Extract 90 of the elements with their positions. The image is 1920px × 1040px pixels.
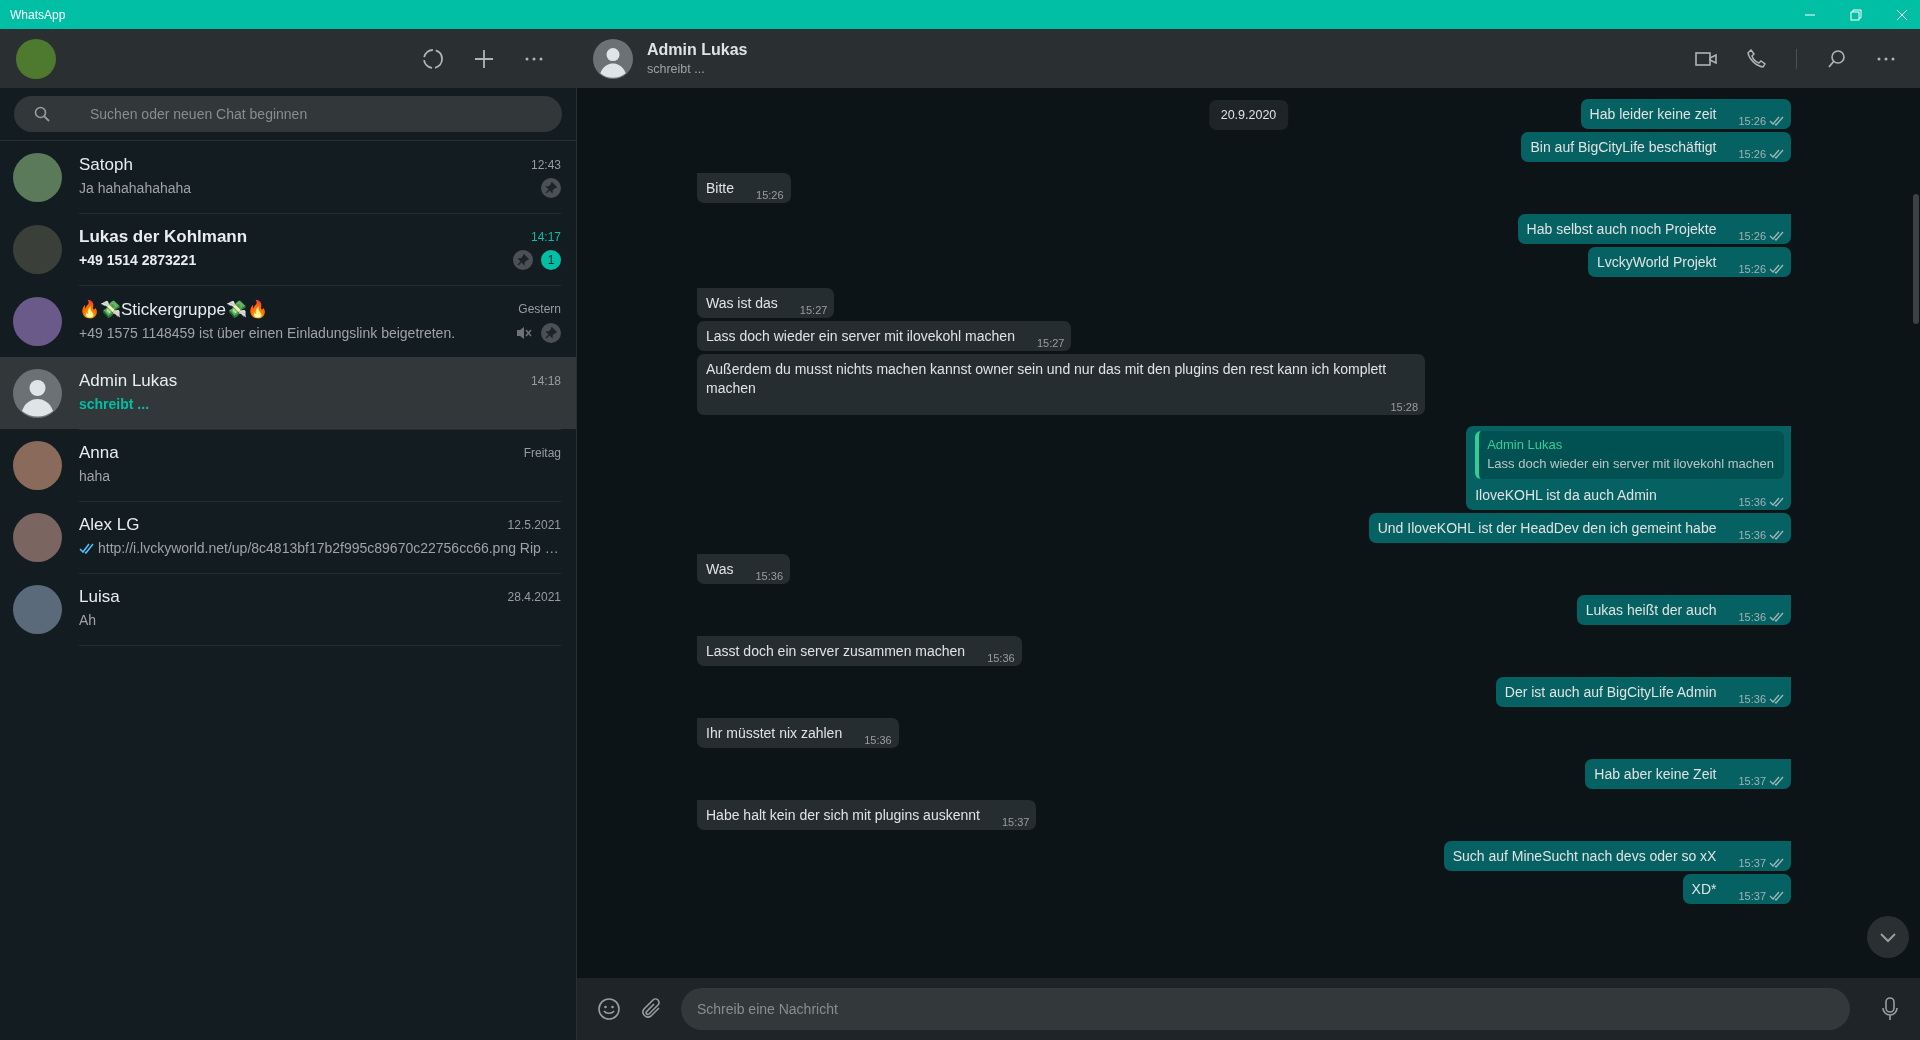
message-time: 15:26 [756,189,784,201]
message-text: Such auf MineSucht nach devs oder so xX [1452,847,1717,866]
message-text: LvckyWorld Projekt [1596,253,1717,272]
message-text: Lasst doch ein server zusammen machen [706,642,966,661]
message-text: Bitte [706,179,734,198]
chat-name: Lukas der Kohlmann [79,227,248,247]
chat-preview: schreibt ... [79,396,151,412]
message-time: 15:36 [864,734,892,746]
message-text: Lukas heißt der auch [1585,601,1717,620]
chat-time: Freitag [523,446,561,460]
message-text: Und IloveKOHL ist der HeadDev den ich gemeint habe [1377,519,1717,538]
search-field[interactable]: Suchen oder neuen Chat beginnen [14,96,562,132]
profile-avatar[interactable] [16,38,56,79]
phone-icon[interactable] [1747,49,1766,68]
message-time: 15:36 [1738,529,1766,541]
paperclip-icon[interactable] [639,997,663,1021]
quote-text: Lass doch wieder ein server mit ilovekohl machen [1487,456,1774,471]
message-text: Der ist auch auf BigCityLife Admin [1504,683,1717,702]
message-time: 15:36 [1738,693,1766,705]
chat-name: Satoph [79,155,133,175]
chat-preview: +49 1575 1148459 ist über einen Einladungslink beigetreten. [79,324,457,341]
avatar-icon[interactable] [593,38,633,79]
chat-time: 12:43 [530,158,561,172]
plus-icon[interactable] [474,48,494,69]
message-time: 15:36 [1738,496,1766,508]
chat-list-item[interactable]: Admin Lukas 14:18 schreibt ... [0,357,576,429]
message-time: 15:36 [755,570,783,582]
chat-time: Gestern [518,302,561,316]
chat-list-item[interactable]: Satoph 12:43 Ja hahahahahaha [0,141,576,213]
chat-preview: +49 1514 2873221 [79,252,198,268]
message-text: Was ist das [706,294,778,313]
date-chip: 20.9.2020 [1208,100,1289,130]
chat-time: 14:18 [530,374,561,388]
message-text: Außerdem du musst nichts machen kannst owner sein und nur das mit den plugins den rest kann ich komplett machen [706,360,1388,398]
chat-name: Alex LG [79,515,140,535]
message-text: Bin auf BigCityLife beschäftigt [1530,138,1717,157]
message-time: 15:26 [1738,263,1766,275]
chat-name: Luisa [79,587,120,607]
quote-author: Admin Lukas [1487,437,1564,452]
chat-preview: http://i.lvckyworld.net/up/8c4813bf17b2f995c89670c22756cc66.png Rip … [98,540,555,556]
message-text: Ihr müsstet nix zahlen [706,724,843,743]
quoted-message[interactable]: Admin Lukas Lass doch wieder ein server mit ilovekohl machen [1475,431,1784,479]
scroll-down-button[interactable] [1867,916,1909,958]
chat-preview: Ja hahahahahaha [79,180,193,196]
message-time: 15:26 [1738,115,1766,127]
window-title: WhatsApp [10,7,66,22]
message-text: XD* [1691,880,1717,899]
search-icon [34,106,50,122]
message-text: Lass doch wieder ein server mit ilovekohl machen [706,327,1015,346]
chat-time: 28.4.2021 [507,590,561,604]
video-camera-icon[interactable] [1695,51,1717,66]
message-text: Habe halt kein der sich mit plugins auskennt [706,806,980,825]
message-time: 15:27 [799,304,828,316]
message-text: IloveKOHL ist da auch Admin [1475,486,1657,505]
message-text: Hab selbst auch noch Projekte [1526,220,1717,239]
scrollbar-thumb[interactable] [1913,194,1919,324]
message-text: Was [706,560,734,579]
emoji-icon[interactable] [597,997,621,1021]
chat-list-item[interactable]: Anna Freitag haha [0,429,576,501]
chat-list-item[interactable]: Alex LG 12.5.2021 http://i.lvckyworld.net/up/8c4813bf17b2f995c89670c22756cc66.png Rip … [0,501,576,573]
more-icon[interactable] [1876,55,1896,62]
chat-preview: haha [79,468,112,484]
message-input-field[interactable]: Schreib eine Nachricht [681,988,1850,1030]
contact-name[interactable]: Admin Lukas [647,41,1681,59]
message-time: 15:37 [1738,775,1766,787]
message-text: Hab leider keine zeit [1589,105,1717,124]
message-time: 15:26 [1738,148,1766,160]
message-time: 15:37 [1738,857,1766,869]
microphone-icon[interactable] [1882,997,1898,1021]
message-time: 15:26 [1738,230,1766,242]
message-time: 15:28 [1390,401,1418,413]
message-text: Hab aber keine Zeit [1594,765,1717,784]
contact-status: schreibt ... [647,62,706,76]
message-time: 15:37 [1001,816,1030,828]
chat-list-item[interactable]: Luisa 28.4.2021 Ah [0,573,576,645]
chat-name: 🔥💸Stickergruppe💸🔥 [79,298,268,320]
status-icon[interactable] [422,47,444,70]
message-time: 15:27 [1036,337,1065,349]
chat-name: Admin Lukas [79,371,178,391]
search-icon[interactable] [1827,49,1846,68]
unread-count-badge: 1 [541,250,561,270]
chat-time: 14:17 [530,230,561,244]
chat-list-item[interactable]: Lukas der Kohlmann 14:17 +49 1514 2873221 1 [0,213,576,285]
chat-name: Anna [79,443,119,463]
message-time: 15:36 [1738,611,1766,623]
chat-preview: Ah [79,612,98,628]
message-time: 15:37 [1738,890,1766,902]
more-icon[interactable] [524,55,544,62]
message-time: 15:36 [987,652,1015,664]
chat-time: 12.5.2021 [507,518,561,532]
